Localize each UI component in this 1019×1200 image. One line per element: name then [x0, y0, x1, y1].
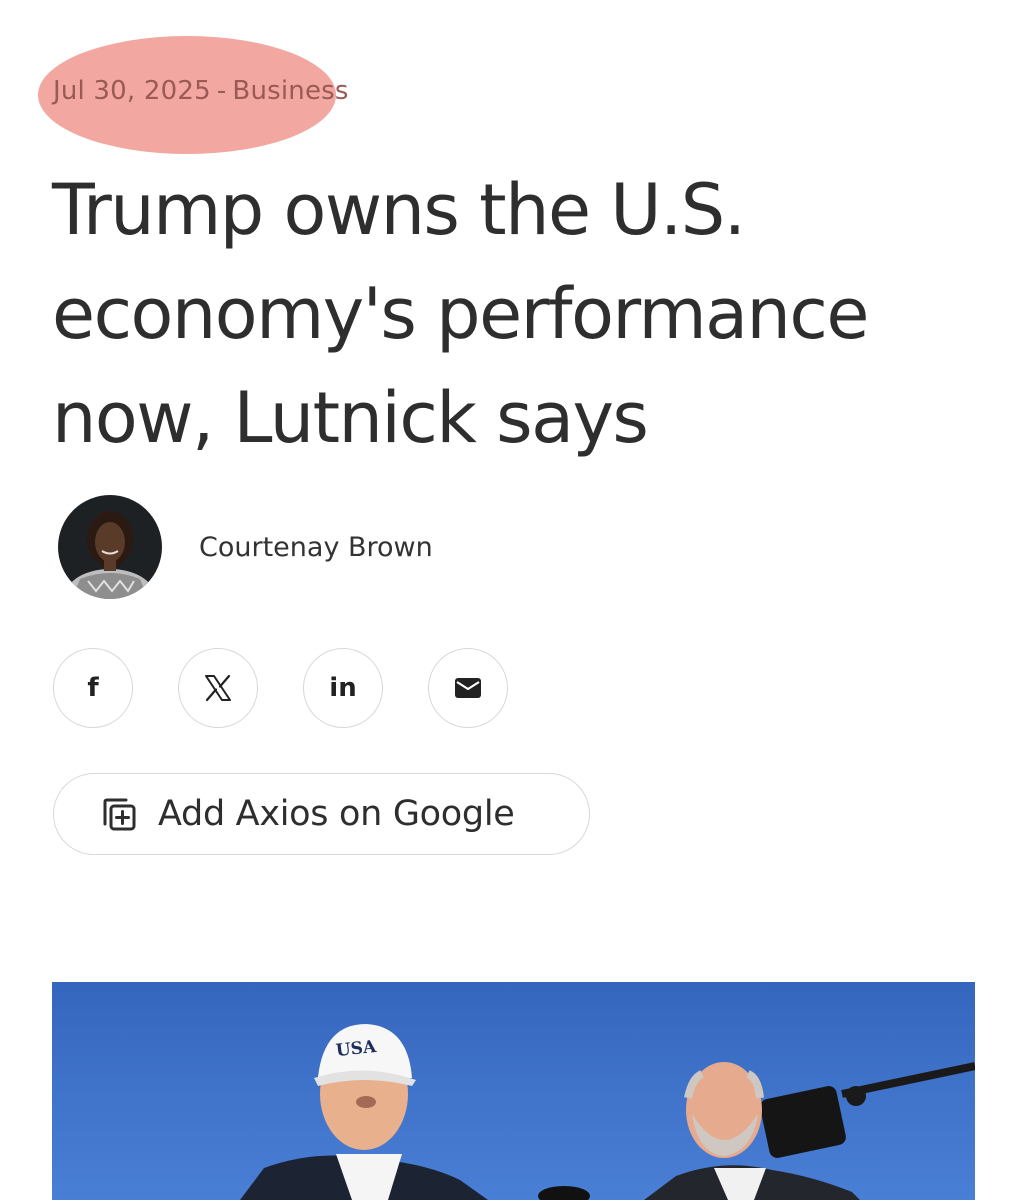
share-facebook-button[interactable]: f — [53, 648, 133, 728]
article-headline: Trump owns the U.S. economy's performanc… — [52, 169, 869, 459]
hero-cap-text: USA — [335, 1037, 378, 1061]
publish-date: Jul 30, 2025 — [53, 76, 211, 106]
share-buttons: f in — [53, 648, 553, 728]
author-name[interactable]: Courtenay Brown — [199, 532, 433, 563]
add-axios-on-google-button[interactable]: Add Axios on Google — [53, 773, 590, 855]
share-linkedin-button[interactable]: in — [303, 648, 383, 728]
share-email-button[interactable] — [428, 648, 508, 728]
author-avatar[interactable] — [58, 495, 162, 599]
dateline: Jul 30, 2025- Business — [53, 76, 349, 106]
facebook-icon: f — [87, 673, 99, 703]
dateline-separator: - — [216, 76, 227, 106]
byline: Courtenay Brown — [58, 495, 433, 599]
x-icon — [205, 674, 231, 702]
linkedin-icon: in — [329, 673, 357, 703]
mail-icon — [455, 678, 481, 698]
share-x-button[interactable] — [178, 648, 258, 728]
add-axios-on-google-label: Add Axios on Google — [158, 794, 515, 834]
add-source-icon — [103, 798, 136, 831]
hero-image: USA — [52, 982, 975, 1200]
category-link[interactable]: Business — [232, 76, 348, 106]
